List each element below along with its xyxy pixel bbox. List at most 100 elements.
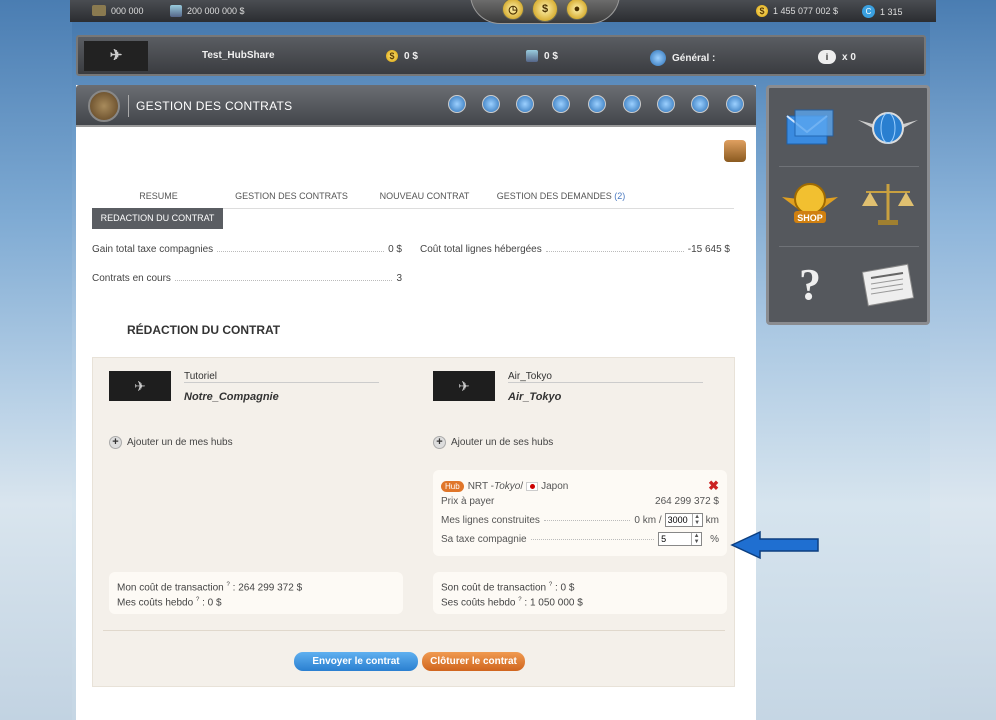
their-transaction-value: : 0 $	[554, 582, 575, 594]
center-emblem: ◷ $ ●	[470, 0, 620, 24]
globe-icon	[650, 50, 666, 66]
lines-input[interactable]	[665, 514, 692, 526]
menu-divider	[779, 246, 919, 247]
page-title: GESTION DES CONTRATS	[136, 99, 293, 113]
hub-price-label: Prix à payer	[441, 496, 495, 507]
airline-money1-value: 0 $	[404, 50, 418, 62]
header-tool-icon-6[interactable]	[623, 95, 641, 113]
sky-background-right	[930, 0, 996, 720]
tab-redaction-contrat[interactable]: REDACTION DU CONTRAT	[92, 208, 223, 229]
header-tool-icon-2[interactable]	[482, 95, 500, 113]
shop-icon[interactable]: SHOP	[775, 174, 845, 234]
stat-contracts: Contrats en cours 3	[92, 273, 402, 284]
airline-money2-value: 0 $	[544, 50, 558, 62]
globe-wings-icon[interactable]	[853, 98, 923, 158]
messages-count: x 0	[842, 51, 856, 63]
my-transaction-value: : 264 299 372 $	[232, 582, 303, 594]
right-party-logo: ✈	[433, 371, 495, 401]
top-left-counter: 000 000	[92, 5, 144, 16]
stat-cost: Coût total lignes hébergées -15 645 $	[420, 244, 730, 255]
help-icon[interactable]: ?	[775, 254, 845, 314]
header-tool-icon-9[interactable]	[726, 95, 744, 113]
top-right-cash: $ 1 455 077 002 $	[756, 5, 838, 17]
hub-city: Tokyo	[494, 480, 521, 492]
dollar-coin-icon: $	[386, 50, 398, 62]
header-tool-icon-1[interactable]	[448, 95, 466, 113]
add-my-hub-button[interactable]: + Ajouter un de mes hubs	[109, 436, 233, 449]
send-contract-button[interactable]: Envoyer le contrat	[294, 652, 418, 671]
hub-tax-row: Sa taxe compagnie ▲▼ %	[441, 532, 719, 546]
menu-divider	[779, 166, 919, 167]
section-title: RÉDACTION DU CONTRAT	[127, 323, 281, 337]
hub-tax-label: Sa taxe compagnie	[441, 533, 527, 545]
my-weekly-label: Mes coûts hebdo	[117, 597, 194, 609]
stat-contracts-value: 3	[396, 273, 402, 284]
hub-tax-unit: %	[710, 533, 719, 545]
mail-icon[interactable]	[775, 98, 845, 158]
top-bar: 000 000 200 000 000 $ ◷ $ ● $ 1 455 077 …	[70, 0, 936, 24]
stepper-arrows-icon[interactable]: ▲ ▼	[691, 514, 702, 526]
left-party-logo: ✈	[109, 371, 171, 401]
newspaper-icon[interactable]	[853, 254, 923, 314]
header-tool-icon-3[interactable]	[516, 95, 534, 113]
right-party-company: Air_Tokyo	[508, 391, 562, 403]
hub-card: Hub NRT - Tokyo / Japon ✖ Prix à payer 2…	[433, 470, 727, 556]
stepper-arrows-icon[interactable]: ▲ ▼	[691, 533, 701, 545]
tab-gestion-contrats[interactable]: GESTION DES CONTRATS	[225, 185, 358, 208]
my-transaction-label: Mon coût de transaction	[117, 582, 224, 594]
hub-country: Japon	[541, 480, 569, 492]
tab-gestion-demandes[interactable]: GESTION DES DEMANDES (2)	[491, 185, 631, 208]
tab-demandes-count: (2)	[614, 191, 626, 201]
add-their-hub-button[interactable]: + Ajouter un de ses hubs	[433, 436, 553, 449]
lines-stepper[interactable]: ▲▼	[664, 513, 703, 527]
tax-input[interactable]	[659, 533, 692, 545]
my-costs-box: Mon coût de transaction ? : 264 299 372 …	[109, 572, 403, 614]
tab-nouveau-contrat[interactable]: NOUVEAU CONTRAT	[358, 185, 491, 208]
airline-general[interactable]: Général :	[650, 50, 715, 66]
add-my-hub-label: Ajouter un de mes hubs	[127, 437, 233, 448]
wallet-icon	[92, 5, 106, 16]
close-contract-button[interactable]: Clôturer le contrat	[422, 652, 525, 671]
scales-icon[interactable]	[853, 174, 923, 234]
tax-stepper[interactable]: ▲▼	[658, 532, 703, 546]
medal-icon[interactable]: ●	[566, 0, 588, 20]
airline-money2: 0 $	[526, 50, 558, 62]
their-costs-box: Son coût de transaction ? : 0 $ Ses coût…	[433, 572, 727, 614]
remove-hub-icon[interactable]: ✖	[708, 478, 719, 494]
stat-cost-value: -15 645 $	[687, 244, 730, 255]
dollar-icon[interactable]: $	[532, 0, 558, 22]
top-cash: 200 000 000 $	[170, 5, 245, 17]
right-menu-panel: SHOP ?	[766, 85, 930, 325]
airline-logo[interactable]: ✈	[84, 41, 148, 71]
hub-lines-unit: km	[705, 514, 719, 526]
left-party-name: Tutoriel	[184, 371, 379, 383]
clock-icon[interactable]: ◷	[502, 0, 524, 20]
investor-icon	[526, 50, 538, 62]
japan-flag-icon	[526, 481, 539, 491]
header-tool-icon-7[interactable]	[657, 95, 675, 113]
airline-messages[interactable]: i x 0	[818, 50, 856, 64]
header-tool-icon-5[interactable]	[588, 95, 606, 113]
airline-bar: ✈ Test_HubShare $ 0 $ 0 $ Général : i x …	[76, 35, 926, 76]
tab-resume[interactable]: RESUME	[92, 185, 225, 208]
dollar-coin-icon: $	[756, 5, 768, 17]
header-tool-icon-4[interactable]	[552, 95, 570, 113]
plus-icon: +	[433, 436, 446, 449]
hub-code: NRT -	[467, 480, 494, 492]
hub-badge: Hub	[441, 480, 464, 492]
hub-separator: /	[520, 480, 524, 492]
tab-gestion-demandes-label: GESTION DES DEMANDES	[496, 191, 612, 201]
top-cash-value: 200 000 000 $	[187, 6, 245, 16]
top-credits: C 1 315	[862, 5, 903, 18]
hub-price-row: Prix à payer 264 299 372 $	[441, 496, 719, 507]
stat-gain-value: 0 $	[388, 244, 402, 255]
hub-price-value: 264 299 372 $	[655, 496, 719, 507]
stat-gain-label: Gain total taxe compagnies	[92, 244, 214, 255]
airline-name: Test_HubShare	[202, 50, 275, 61]
their-weekly-value: : 1 050 000 $	[524, 597, 583, 609]
contract-corner-icon[interactable]	[724, 140, 746, 162]
hub-title-row: Hub NRT - Tokyo / Japon ✖	[441, 478, 719, 494]
my-weekly-value: : 0 $	[202, 597, 222, 609]
header-tool-icon-8[interactable]	[691, 95, 709, 113]
tab-bar: RESUME GESTION DES CONTRATS NOUVEAU CONT…	[92, 185, 734, 209]
